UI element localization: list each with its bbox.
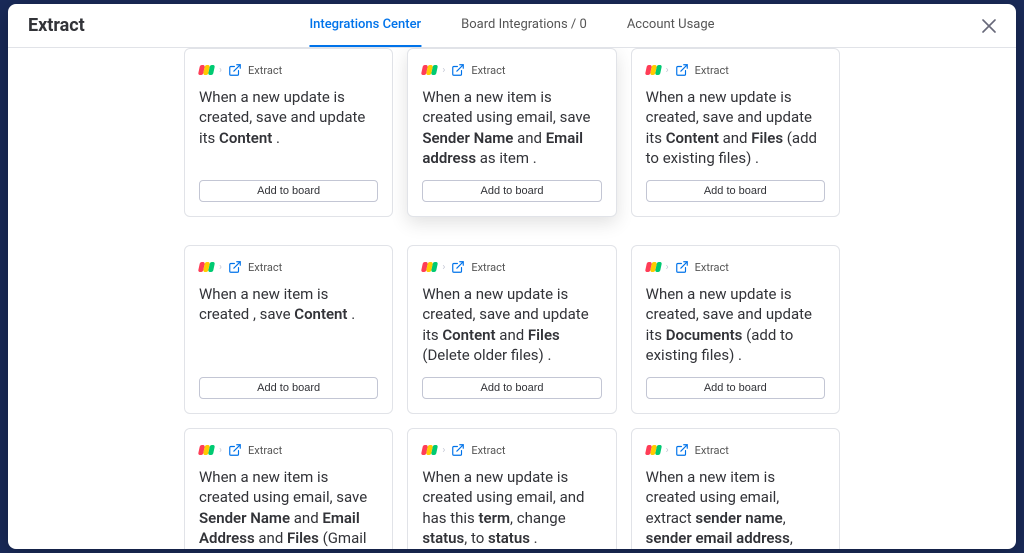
extract-app-icon (675, 260, 689, 274)
monday-logo-icon (199, 443, 213, 457)
recipe-text: When a new update is created using email… (422, 467, 601, 549)
chevron-right-icon: › (666, 445, 669, 456)
recipe-field[interactable]: Content (666, 129, 719, 147)
chevron-right-icon: › (666, 65, 669, 76)
add-to-board-button[interactable]: Add to board (199, 180, 378, 202)
recipe-card[interactable]: › Extract When a new item is created using… (631, 428, 840, 549)
card-header: › Extract (422, 260, 601, 274)
monday-logo-icon (199, 63, 213, 77)
extract-app-icon (675, 63, 689, 77)
card-app-name: Extract (248, 261, 282, 274)
modal-header: Extract Integrations Center Board Integr… (8, 4, 1016, 48)
card-header: › Extract (646, 260, 825, 274)
recipe-field[interactable]: Content (442, 326, 495, 344)
card-header: › Extract (422, 63, 601, 77)
chevron-right-icon: › (442, 65, 445, 76)
card-header: › Extract (646, 63, 825, 77)
chevron-right-icon: › (666, 262, 669, 273)
chevron-right-icon: › (219, 65, 222, 76)
add-to-board-button[interactable]: Add to board (422, 377, 601, 399)
card-header: › Extract (199, 443, 378, 457)
extract-app-icon (228, 63, 242, 77)
recipe-field[interactable]: Files (287, 529, 319, 547)
extract-app-icon (228, 443, 242, 457)
extract-app-icon (451, 443, 465, 457)
recipe-text: When a new update is created, save and u… (422, 284, 601, 365)
recipe-field[interactable]: Files (751, 129, 783, 147)
monday-logo-icon (199, 260, 213, 274)
recipe-text: When a new item is created using email, … (646, 467, 825, 549)
recipe-field[interactable]: Sender Name (199, 509, 290, 527)
card-header: › Extract (422, 443, 601, 457)
recipe-field[interactable]: sender name (695, 509, 782, 527)
recipe-text: When a new item is created using email, … (422, 87, 601, 168)
card-header: › Extract (199, 63, 378, 77)
add-to-board-button[interactable]: Add to board (646, 180, 825, 202)
recipe-field[interactable]: status (488, 529, 530, 547)
monday-logo-icon (646, 260, 660, 274)
recipe-text: When a new update is created, save and u… (646, 284, 825, 365)
header-tabs: Integrations Center Board Integrations /… (309, 4, 714, 47)
chevron-right-icon: › (442, 262, 445, 273)
recipe-text: When a new update is created, save and u… (199, 87, 378, 168)
recipe-field[interactable]: Documents (666, 326, 743, 344)
recipe-field[interactable]: sender email address (646, 529, 790, 547)
recipe-card[interactable]: › Extract When a new item is created , sav… (184, 245, 393, 414)
card-app-name: Extract (471, 444, 505, 457)
card-app-name: Extract (695, 261, 729, 274)
add-to-board-button[interactable]: Add to board (646, 377, 825, 399)
recipe-field[interactable]: Content (219, 129, 272, 147)
recipe-field[interactable]: term (479, 509, 511, 527)
monday-logo-icon (646, 63, 660, 77)
card-header: › Extract (646, 443, 825, 457)
recipe-card[interactable]: › Extract When a new update is created, sa… (631, 245, 840, 414)
card-header: › Extract (199, 260, 378, 274)
extract-app-icon (228, 260, 242, 274)
recipe-card[interactable]: › Extract When a new item is created using… (184, 428, 393, 549)
card-app-name: Extract (695, 444, 729, 457)
recipe-card[interactable]: › Extract When a new update is created, sa… (184, 48, 393, 217)
recipe-card[interactable]: › Extract When a new update is created, sa… (631, 48, 840, 217)
recipe-field[interactable]: Files (528, 326, 560, 344)
recipe-text: When a new item is created using email, … (199, 467, 378, 549)
chevron-right-icon: › (219, 262, 222, 273)
card-app-name: Extract (248, 444, 282, 457)
monday-logo-icon (422, 63, 436, 77)
add-to-board-button[interactable]: Add to board (199, 377, 378, 399)
integrations-modal: Extract Integrations Center Board Integr… (8, 4, 1016, 549)
close-icon (982, 19, 996, 33)
card-app-name: Extract (471, 64, 505, 77)
card-app-name: Extract (695, 64, 729, 77)
chevron-right-icon: › (442, 445, 445, 456)
extract-app-icon (675, 443, 689, 457)
tab-account-usage[interactable]: Account Usage (627, 4, 715, 47)
recipe-text: When a new update is created, save and u… (646, 87, 825, 168)
recipe-field[interactable]: Sender Name (422, 129, 513, 147)
close-button[interactable] (978, 15, 1000, 37)
recipe-field[interactable]: Content (294, 305, 347, 323)
card-app-name: Extract (471, 261, 505, 274)
monday-logo-icon (422, 443, 436, 457)
tab-integrations-center[interactable]: Integrations Center (309, 4, 421, 47)
recipe-grid: › Extract When a new update is created, sa… (8, 48, 1016, 549)
recipe-card[interactable]: › Extract When a new update is created usi… (407, 428, 616, 549)
chevron-right-icon: › (219, 445, 222, 456)
page-title: Extract (28, 15, 85, 36)
card-app-name: Extract (248, 64, 282, 77)
extract-app-icon (451, 260, 465, 274)
tab-board-integrations[interactable]: Board Integrations / 0 (461, 4, 587, 47)
recipe-text: When a new item is created , save Conten… (199, 284, 378, 365)
monday-logo-icon (422, 260, 436, 274)
modal-body[interactable]: › Extract When a new update is created, sa… (8, 48, 1016, 549)
add-to-board-button[interactable]: Add to board (422, 180, 601, 202)
monday-logo-icon (646, 443, 660, 457)
recipe-field[interactable]: status (422, 529, 464, 547)
extract-app-icon (451, 63, 465, 77)
recipe-card[interactable]: › Extract When a new item is created using… (407, 48, 616, 217)
recipe-card[interactable]: › Extract When a new update is created, sa… (407, 245, 616, 414)
